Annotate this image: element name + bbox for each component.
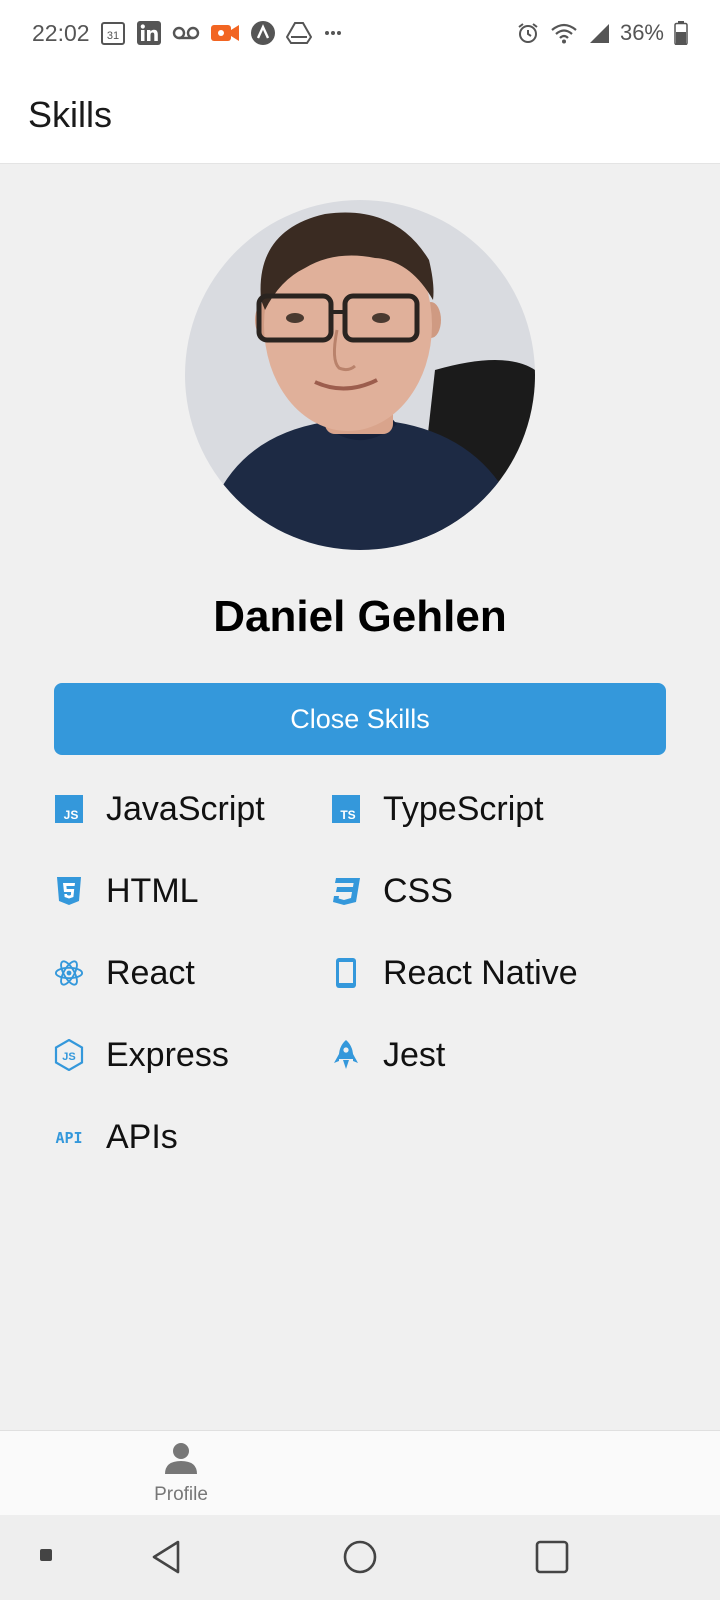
- wifi-icon: [550, 22, 578, 44]
- skill-label: Jest: [383, 1035, 446, 1074]
- voicemail-icon: [172, 23, 200, 43]
- status-time: 22:02: [32, 19, 90, 46]
- avatar: [185, 200, 535, 550]
- home-icon[interactable]: [340, 1537, 380, 1577]
- skill-item-html: HTML: [54, 850, 331, 932]
- cell-signal-icon: [588, 22, 610, 44]
- status-bar: 22:02 31 36%: [0, 0, 720, 66]
- mobile-phone-icon: [331, 958, 361, 988]
- skill-item-jest: Jest: [331, 1014, 631, 1096]
- react-atom-icon: [54, 958, 84, 988]
- nav-menu-dot-icon[interactable]: [36, 1545, 56, 1565]
- skill-label: TypeScript: [383, 789, 544, 828]
- main-content: Daniel Gehlen Close Skills JS JavaScript…: [0, 164, 720, 1430]
- skill-item-react: React: [54, 932, 331, 1014]
- drive-icon: [285, 21, 312, 45]
- css3-icon: [331, 876, 361, 906]
- skill-item-apis: API APIs: [54, 1096, 331, 1178]
- skill-item-express: JS Express: [54, 1014, 331, 1096]
- linkedin-icon: [136, 20, 162, 46]
- tab-profile[interactable]: Profile: [120, 1431, 242, 1516]
- skill-item-css: CSS: [331, 850, 631, 932]
- profile-name: Daniel Gehlen: [213, 592, 507, 641]
- battery-percent: 36%: [619, 20, 664, 45]
- typescript-icon: TS: [331, 794, 361, 824]
- skill-label: APIs: [106, 1117, 178, 1156]
- system-nav-bar: [0, 1515, 720, 1600]
- calendar-icon: 31: [100, 20, 126, 46]
- app-header: Skills: [0, 66, 720, 164]
- battery-icon: [674, 21, 688, 45]
- svg-text:JS: JS: [64, 808, 79, 822]
- video-camera-icon: [210, 22, 240, 44]
- skill-item-typescript: TS TypeScript: [331, 768, 631, 850]
- recents-icon[interactable]: [532, 1537, 572, 1577]
- tab-profile-label: Profile: [154, 1484, 208, 1505]
- lambda-app-icon: [250, 20, 276, 46]
- skill-label: Express: [106, 1035, 229, 1074]
- skill-item-react-native: React Native: [331, 932, 631, 1014]
- svg-text:TS: TS: [340, 808, 355, 822]
- skill-label: CSS: [383, 871, 453, 910]
- skill-label: HTML: [106, 871, 199, 910]
- html5-icon: [54, 876, 84, 906]
- bottom-tab-bar: Profile: [0, 1430, 720, 1515]
- skills-grid: JS JavaScript TS TypeScript HTML CSS Rea…: [54, 768, 694, 1178]
- javascript-icon: JS: [54, 794, 84, 824]
- skill-label: JavaScript: [106, 789, 265, 828]
- close-skills-button[interactable]: Close Skills: [54, 683, 666, 755]
- page-title: Skills: [28, 93, 113, 135]
- person-icon: [164, 1441, 198, 1480]
- skill-label: React Native: [383, 953, 578, 992]
- svg-text:JS: JS: [62, 1051, 75, 1063]
- api-icon: API: [54, 1122, 84, 1152]
- status-right: 36%: [516, 20, 688, 46]
- status-left: 22:02 31: [32, 20, 344, 47]
- rocket-icon: [331, 1040, 361, 1070]
- alarm-icon: [516, 21, 540, 45]
- skill-item-javascript: JS JavaScript: [54, 768, 331, 850]
- skill-label: React: [106, 953, 195, 992]
- nodejs-icon: JS: [54, 1039, 84, 1071]
- svg-text:API: API: [55, 1129, 82, 1147]
- back-icon[interactable]: [146, 1537, 186, 1577]
- more-notifications-icon: [322, 28, 344, 38]
- calendar-day: 31: [106, 30, 118, 42]
